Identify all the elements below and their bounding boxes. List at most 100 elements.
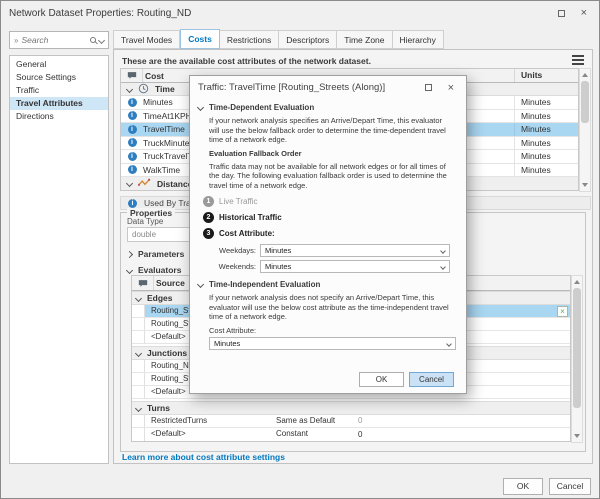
window-controls: ×	[558, 8, 591, 18]
evaluator-source: RestrictedTurns	[145, 415, 274, 427]
chevron-down-icon	[135, 294, 142, 301]
search-box[interactable]: »	[9, 31, 109, 49]
scrollbar-thumb[interactable]	[573, 288, 581, 408]
cancel-button[interactable]: Cancel	[549, 478, 591, 495]
step-cost-attribute: 3 Cost Attribute:	[203, 227, 454, 239]
chevron-down-icon[interactable]	[98, 36, 105, 43]
evaluator-type: Same as Default	[274, 415, 354, 427]
tab-restrictions[interactable]: Restrictions	[220, 30, 279, 49]
dialog-cancel-button[interactable]: Cancel	[409, 372, 454, 387]
weekends-select[interactable]: Minutes	[260, 260, 450, 273]
step-label: Historical Traffic	[219, 213, 282, 222]
ok-button[interactable]: OK	[503, 478, 543, 495]
scroll-up-icon[interactable]	[574, 280, 580, 284]
scrollbar-thumb[interactable]	[581, 81, 589, 123]
evaluator-value: 0	[354, 415, 570, 427]
sidebar-item-source-settings[interactable]: Source Settings	[10, 71, 108, 84]
chevron-down-icon	[135, 349, 142, 356]
weekends-field-row: Weekends: Minutes	[210, 260, 454, 273]
step-label: Cost Attribute:	[219, 229, 275, 238]
learn-more-link[interactable]: Learn more about cost attribute settings	[122, 452, 285, 462]
weekdays-field-row: Weekdays: Minutes	[210, 244, 454, 257]
cost-attribute-label: Cost Attribute:	[209, 326, 454, 336]
chevron-down-icon	[126, 266, 133, 273]
tab-hierarchy[interactable]: Hierarchy	[393, 30, 444, 49]
info-icon	[128, 165, 137, 174]
maximize-icon[interactable]	[425, 84, 432, 91]
weekends-label: Weekends:	[210, 262, 260, 271]
tab-travel-modes[interactable]: Travel Modes	[113, 30, 180, 49]
tab-time-zone[interactable]: Time Zone	[337, 30, 392, 49]
info-icon	[128, 199, 137, 208]
junctions-group-label: Junctions	[147, 348, 187, 358]
cost-table-scrollbar[interactable]	[579, 68, 591, 192]
cost-units: Minutes	[514, 150, 578, 163]
network-dataset-properties-window: { "icons": { "close_glyph": "×", "expand…	[0, 0, 600, 499]
step-number-badge: 3	[203, 228, 214, 239]
time-dependent-section[interactable]: Time-Dependent Evaluation	[198, 103, 454, 112]
evaluator-type: Constant	[274, 428, 354, 441]
cost-attribute-select[interactable]: Minutes	[209, 337, 456, 350]
row-indicator	[132, 360, 145, 372]
dialog-ok-button[interactable]: OK	[359, 372, 404, 387]
evaluators-expander[interactable]: Evaluators	[127, 265, 181, 275]
scroll-down-icon[interactable]	[574, 434, 580, 438]
menu-icon[interactable]	[572, 55, 584, 65]
sidebar-item-directions[interactable]: Directions	[10, 110, 108, 123]
chevron-down-icon	[126, 180, 133, 187]
scroll-up-icon[interactable]	[582, 73, 588, 77]
step-historical-traffic: 2 Historical Traffic	[203, 211, 454, 223]
sidebar-item-traffic[interactable]: Traffic	[10, 84, 108, 97]
row-indicator	[132, 386, 145, 398]
search-input[interactable]	[21, 35, 73, 45]
close-icon[interactable]: ×	[448, 83, 454, 93]
route-icon	[138, 178, 151, 189]
attribute-tabbar: Travel Modes Costs Restrictions Descript…	[113, 29, 593, 49]
evaluator-row[interactable]: <Default> Constant 0	[132, 428, 570, 441]
distance-group-label: Distance	[157, 179, 192, 189]
chevron-down-icon	[126, 85, 133, 92]
step-number-badge: 2	[203, 212, 214, 223]
row-indicator	[132, 318, 145, 330]
info-icon	[128, 98, 137, 107]
tab-costs[interactable]: Costs	[180, 29, 220, 49]
dialog-buttons: OK Cancel	[359, 372, 454, 387]
turns-group-label: Turns	[147, 403, 170, 413]
maximize-icon[interactable]	[558, 10, 565, 17]
sidebar-item-general[interactable]: General	[10, 58, 108, 71]
search-icon[interactable]	[90, 37, 96, 43]
expression-icon[interactable]	[557, 306, 568, 317]
costs-intro-text: These are the available cost attributes …	[122, 56, 371, 66]
time-group-label: Time	[155, 84, 175, 94]
chevron-down-icon	[197, 104, 204, 111]
time-independent-header: Time-Independent Evaluation	[209, 280, 320, 289]
chevron-right-icon	[126, 250, 133, 257]
comment-icon	[121, 69, 143, 82]
turns-group-row[interactable]: Turns	[132, 401, 570, 415]
weekdays-select[interactable]: Minutes	[260, 244, 450, 257]
data-type-label: Data Type	[127, 217, 163, 226]
cost-units: Minutes	[514, 96, 578, 109]
evaluator-value: 0	[354, 428, 570, 441]
info-icon	[128, 152, 137, 161]
time-independent-section[interactable]: Time-Independent Evaluation	[198, 280, 454, 289]
tab-descriptors[interactable]: Descriptors	[279, 30, 337, 49]
parameters-expander[interactable]: Parameters	[127, 249, 184, 259]
sidebar-item-travel-attributes[interactable]: Travel Attributes	[10, 97, 108, 110]
info-icon	[128, 138, 137, 147]
evaluator-row[interactable]: RestrictedTurns Same as Default 0	[132, 415, 570, 428]
row-indicator	[132, 373, 145, 385]
time-independent-description: If your network analysis does not specif…	[209, 293, 454, 322]
window-titlebar: Network Dataset Properties: Routing_ND ×	[1, 1, 599, 25]
time-dependent-header: Time-Dependent Evaluation	[209, 103, 314, 112]
close-icon[interactable]: ×	[581, 8, 587, 18]
cost-attribute-value: Minutes	[214, 339, 447, 348]
fallback-order-header: Evaluation Fallback Order	[209, 149, 454, 158]
evaluators-scrollbar[interactable]	[571, 275, 583, 443]
step-live-traffic: 1 Live Traffic	[203, 195, 454, 207]
fallback-order-description: Traffic data may not be available for al…	[209, 162, 454, 191]
scroll-down-icon[interactable]	[582, 183, 588, 187]
edges-group-label: Edges	[147, 293, 173, 303]
settings-nav: General Source Settings Traffic Travel A…	[9, 55, 109, 464]
comment-icon	[132, 276, 154, 290]
